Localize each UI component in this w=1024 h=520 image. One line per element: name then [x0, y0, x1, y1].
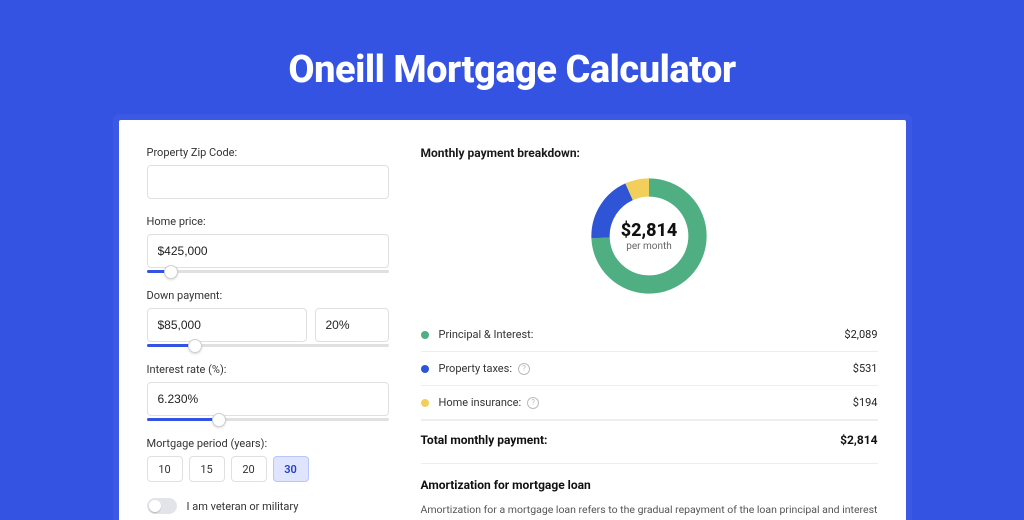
total-row: Total monthly payment: $2,814 [421, 421, 878, 461]
zip-field-group: Property Zip Code: [147, 146, 389, 199]
legend-dot-icon [421, 365, 429, 373]
form-column: Property Zip Code: Home price: Down paym… [147, 146, 389, 520]
home-price-slider[interactable] [147, 270, 389, 273]
down-payment-field-group: Down payment: [147, 289, 389, 347]
total-value: $2,814 [840, 433, 877, 447]
info-icon[interactable]: ? [527, 397, 539, 409]
down-payment-pct-input[interactable] [315, 308, 389, 342]
down-payment-label: Down payment: [147, 289, 389, 302]
calculator-card: Property Zip Code: Home price: Down paym… [119, 120, 906, 520]
breakdown-column: Monthly payment breakdown: $2,814 per mo… [421, 146, 878, 520]
down-payment-input[interactable] [147, 308, 307, 342]
home-price-field-group: Home price: [147, 215, 389, 273]
period-option-30[interactable]: 30 [273, 456, 309, 482]
veteran-toggle-label: I am veteran or military [187, 500, 299, 513]
donut-total-value: $2,814 [621, 220, 678, 241]
legend-row: Property taxes:? $531 [421, 352, 878, 386]
legend-value: $194 [853, 396, 878, 409]
legend-value: $2,089 [844, 328, 877, 341]
donut-total-sub: per month [626, 241, 672, 252]
interest-rate-field-group: Interest rate (%): [147, 363, 389, 421]
amortization-section: Amortization for mortgage loan Amortizat… [421, 463, 878, 520]
down-payment-slider-thumb[interactable] [188, 339, 202, 353]
veteran-toggle-knob [149, 500, 161, 512]
amortization-title: Amortization for mortgage loan [421, 478, 878, 492]
zip-input[interactable] [147, 165, 389, 199]
legend-label: Property taxes: [439, 362, 512, 375]
period-option-15[interactable]: 15 [189, 456, 225, 482]
interest-rate-slider[interactable] [147, 418, 389, 421]
amortization-body: Amortization for a mortgage loan refers … [421, 502, 878, 520]
legend-row: Principal & Interest: $2,089 [421, 318, 878, 352]
page-title: Oneill Mortgage Calculator [0, 48, 1024, 92]
mortgage-period-label: Mortgage period (years): [147, 437, 389, 450]
period-option-20[interactable]: 20 [231, 456, 267, 482]
donut-center: $2,814 per month [585, 172, 713, 300]
home-price-label: Home price: [147, 215, 389, 228]
legend-dot-icon [421, 399, 429, 407]
interest-rate-slider-thumb[interactable] [212, 413, 226, 427]
interest-rate-label: Interest rate (%): [147, 363, 389, 376]
mortgage-period-field-group: Mortgage period (years): 10152030 [147, 437, 389, 482]
down-payment-slider[interactable] [147, 344, 389, 347]
total-label: Total monthly payment: [421, 433, 548, 447]
payment-donut-chart: $2,814 per month [585, 172, 713, 300]
home-price-input[interactable] [147, 234, 389, 268]
breakdown-title: Monthly payment breakdown: [421, 146, 878, 160]
breakdown-legend: Principal & Interest: $2,089 Property taxe… [421, 318, 878, 421]
interest-rate-slider-fill [147, 418, 220, 421]
legend-row: Home insurance:? $194 [421, 386, 878, 420]
interest-rate-input[interactable] [147, 382, 389, 416]
home-price-slider-thumb[interactable] [164, 265, 178, 279]
info-icon[interactable]: ? [518, 363, 530, 375]
zip-label: Property Zip Code: [147, 146, 389, 159]
legend-dot-icon [421, 331, 429, 339]
legend-value: $531 [853, 362, 878, 375]
period-option-10[interactable]: 10 [147, 456, 183, 482]
mortgage-period-options: 10152030 [147, 456, 389, 482]
legend-label: Principal & Interest: [439, 328, 534, 341]
legend-label: Home insurance: [439, 396, 522, 409]
donut-chart-wrap: $2,814 per month [421, 172, 878, 300]
